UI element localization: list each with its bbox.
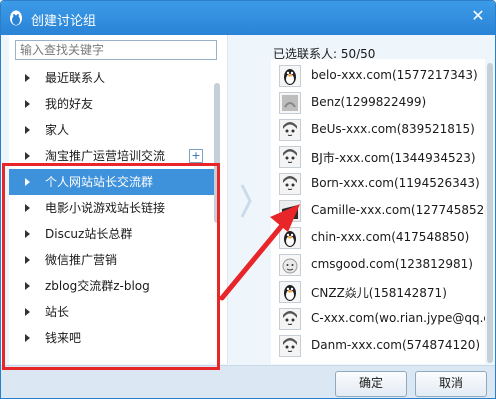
group-item[interactable]: 站长 bbox=[9, 299, 227, 325]
member-name: Camille-xxx.com(1277458524) bbox=[311, 203, 485, 217]
avatar-icon bbox=[279, 254, 301, 276]
group-label: 我的好友 bbox=[45, 97, 94, 111]
expand-arrow-icon[interactable] bbox=[25, 100, 30, 108]
member-row[interactable]: BJ市-xxx.com(1344934523) bbox=[271, 144, 485, 170]
group-item[interactable]: 我的好友 bbox=[9, 91, 227, 117]
avatar-icon bbox=[279, 308, 301, 330]
group-item[interactable]: 最近联系人 bbox=[9, 65, 227, 91]
group-label: 电影小说游戏站长链接 bbox=[45, 201, 166, 215]
member-row[interactable]: chin-xxx.com(417548850) bbox=[271, 225, 485, 251]
group-label: 个人网站站长交流群 bbox=[45, 175, 154, 189]
member-name: BeUs-xxx.com(839521815) bbox=[311, 122, 475, 136]
member-name: Benz(1299822499) bbox=[311, 95, 427, 109]
expand-arrow-icon[interactable] bbox=[25, 334, 30, 342]
avatar-icon bbox=[279, 92, 301, 114]
avatar-icon bbox=[279, 227, 301, 249]
group-label: 家人 bbox=[45, 123, 70, 137]
group-item[interactable]: 钱来吧 bbox=[9, 325, 227, 351]
expand-arrow-icon[interactable] bbox=[25, 178, 30, 186]
member-name: cmsgood.com(123812981) bbox=[311, 257, 473, 271]
right-scrollbar[interactable] bbox=[487, 63, 493, 363]
member-row[interactable]: Danm-xxx.com(574874120) bbox=[271, 333, 485, 359]
selected-member-list: belo-xxx.com(1577217343) Benz(1299822499)… bbox=[271, 59, 485, 364]
search-input[interactable] bbox=[15, 40, 217, 60]
expand-arrow-icon[interactable] bbox=[25, 256, 30, 264]
group-item[interactable]: Discuz站长总群 bbox=[9, 221, 227, 247]
cancel-button[interactable]: 取消 bbox=[415, 371, 487, 397]
group-label: zblog交流群z-blog bbox=[45, 279, 150, 293]
dialog-footer: 确定 取消 bbox=[1, 365, 495, 398]
avatar-icon bbox=[279, 119, 301, 141]
group-label: Discuz站长总群 bbox=[45, 227, 133, 241]
member-row[interactable]: Benz(1299822499) bbox=[271, 90, 485, 116]
add-group-icon[interactable]: + bbox=[189, 149, 203, 163]
member-name: Born-xxx.com(1194526343) bbox=[311, 176, 480, 190]
group-label: 微信推广营销 bbox=[45, 253, 118, 267]
member-name: chin-xxx.com(417548850) bbox=[311, 230, 470, 244]
ok-button[interactable]: 确定 bbox=[335, 371, 407, 397]
group-item[interactable]: 个人网站站长交流群 bbox=[9, 169, 217, 195]
expand-arrow-icon[interactable] bbox=[25, 74, 30, 82]
member-row[interactable]: cmsgood.com(123812981) bbox=[271, 252, 485, 278]
avatar-icon bbox=[279, 65, 301, 87]
qq-penguin-icon bbox=[10, 10, 22, 26]
close-button[interactable]: ✕ bbox=[465, 4, 491, 28]
expand-arrow-icon[interactable] bbox=[25, 282, 30, 290]
group-label: 钱来吧 bbox=[45, 331, 82, 345]
title-bar: 创建讨论组 ✕ bbox=[1, 1, 495, 35]
group-item[interactable]: zblog交流群z-blog bbox=[9, 273, 227, 299]
avatar-icon bbox=[279, 200, 301, 222]
member-row[interactable]: belo-xxx.com(1577217343) bbox=[271, 63, 485, 89]
member-name: C-xxx.com(wo.rian.jype@qq.com) bbox=[311, 311, 485, 325]
expand-arrow-icon[interactable] bbox=[25, 230, 30, 238]
member-row[interactable]: BeUs-xxx.com(839521815) bbox=[271, 117, 485, 143]
member-row[interactable]: CNZZ焱儿(158142871) bbox=[271, 279, 485, 305]
avatar-icon bbox=[279, 335, 301, 357]
member-row[interactable]: Camille-xxx.com(1277458524) bbox=[271, 198, 485, 224]
member-name: Danm-xxx.com(574874120) bbox=[311, 338, 481, 352]
group-label: 站长 bbox=[45, 305, 70, 319]
left-scrollbar[interactable] bbox=[214, 83, 220, 223]
group-item[interactable]: 电影小说游戏站长链接 bbox=[9, 195, 227, 221]
group-list: 最近联系人我的好友家人淘宝推广运营培训交流 + 个人网站站长交流群 电影小说游戏站长链… bbox=[9, 65, 227, 364]
window-title: 创建讨论组 bbox=[31, 14, 97, 29]
member-row[interactable]: Born-xxx.com(1194526343) bbox=[271, 171, 485, 197]
group-item[interactable]: 家人 bbox=[9, 117, 227, 143]
create-discussion-group-dialog: 创建讨论组 ✕ 最近联系人我的好友家人淘宝推广运营培训交流 + 个人网站站长交流群电… bbox=[0, 0, 496, 399]
group-item[interactable]: 淘宝推广运营培训交流 + bbox=[9, 143, 227, 169]
group-tree-panel: 最近联系人我的好友家人淘宝推广运营培训交流 + 个人网站站长交流群电影小说游戏站长链… bbox=[9, 35, 228, 364]
chevron-right-icon bbox=[240, 184, 252, 218]
member-name: CNZZ焱儿(158142871) bbox=[311, 286, 447, 300]
expand-arrow-icon[interactable] bbox=[25, 308, 30, 316]
member-name: BJ市-xxx.com(1344934523) bbox=[311, 151, 476, 165]
expand-arrow-icon[interactable] bbox=[25, 152, 30, 160]
close-icon: ✕ bbox=[471, 6, 485, 25]
group-label: 最近联系人 bbox=[45, 71, 106, 85]
group-item[interactable]: 微信推广营销 bbox=[9, 247, 227, 273]
member-row[interactable]: C-xxx.com(wo.rian.jype@qq.com) bbox=[271, 306, 485, 332]
avatar-icon bbox=[279, 281, 301, 303]
avatar-icon bbox=[279, 173, 301, 195]
expand-arrow-icon[interactable] bbox=[25, 126, 30, 134]
member-name: belo-xxx.com(1577217343) bbox=[311, 68, 478, 82]
selected-contacts-panel: 已选联系人: 50/50 belo-xxx.com(1577217343) Ben… bbox=[271, 35, 495, 364]
expand-arrow-icon[interactable] bbox=[25, 204, 30, 212]
group-label: 淘宝推广运营培训交流 bbox=[45, 149, 166, 163]
avatar-icon bbox=[279, 146, 301, 168]
